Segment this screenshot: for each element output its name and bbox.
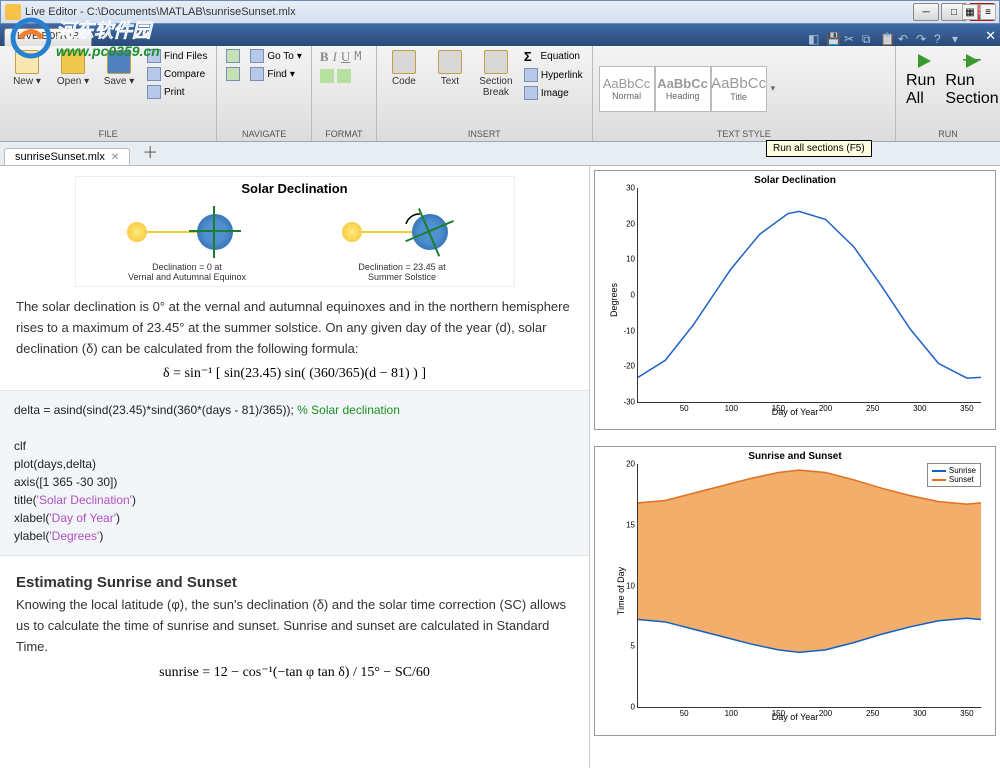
format-button[interactable] [354, 69, 368, 83]
insert-text-button[interactable]: Text [429, 48, 471, 89]
chart-sunrise-sunset: Sunrise and Sunset Time of Day Sunrise S… [594, 446, 996, 736]
bold-button[interactable]: B [320, 49, 329, 65]
ribbon-group-insert: Code Text Section Break Σ Equation Hyper… [377, 46, 593, 141]
open-button[interactable]: Open ▾ [52, 48, 94, 89]
insert-hyperlink-button[interactable]: Hyperlink [521, 67, 586, 83]
ribbon-group-text-style: AaBbCcNormal AaBbCcHeading AaBbCcTitle ▾… [593, 46, 896, 141]
quick-access-toolbar: ◧ 💾 ✂ ⧉ 📋 ↶ ↷ ? ▾ [808, 32, 996, 46]
new-button[interactable]: New ▾ [6, 48, 48, 89]
qat-copy-icon[interactable]: ⧉ [862, 32, 876, 46]
minimize-button[interactable]: ─ [913, 3, 939, 21]
section-break-button[interactable]: Section Break [475, 48, 517, 100]
editor-content: Solar Declination Declination = 0 at Ver… [0, 166, 1000, 768]
run-all-tooltip: Run all sections (F5) [766, 140, 872, 157]
uncomment-button[interactable] [337, 69, 351, 83]
compare-button[interactable]: Compare [144, 66, 210, 82]
document-tab[interactable]: sunriseSunset.mlx ✕ [4, 148, 130, 165]
ribbon-group-file: New ▾ Open ▾ Save ▾ Find Files Compare P… [0, 46, 217, 141]
underline-button[interactable]: U [341, 49, 350, 65]
equinox-diagram [127, 202, 247, 262]
qat-cut-icon[interactable]: ✂ [844, 32, 858, 46]
qat-redo-icon[interactable]: ↷ [916, 32, 930, 46]
ribbon-group-run: Run All Run Section RUN [896, 46, 1000, 141]
insert-code-button[interactable]: Code [383, 48, 425, 89]
nav-down-button[interactable] [223, 66, 243, 82]
figure-title: Solar Declination [80, 181, 510, 196]
document-tab-label: sunriseSunset.mlx [15, 151, 105, 163]
output-pane: ▦≡ Solar Declination Degrees -30-20-1001… [590, 166, 1000, 768]
code-block[interactable]: delta = asind(sind(23.45)*sind(360*(days… [0, 390, 589, 556]
style-normal-button[interactable]: AaBbCcNormal [599, 66, 655, 112]
insert-image-button[interactable]: Image [521, 85, 586, 101]
nav-up-button[interactable] [223, 48, 243, 64]
equation[interactable]: sunrise = 12 − cos⁻¹(−tan φ tan δ) / 15°… [0, 664, 589, 681]
comment-button[interactable] [320, 69, 334, 83]
print-button[interactable]: Print [144, 84, 210, 100]
chart-solar-declination: Solar Declination Degrees -30-20-1001020… [594, 170, 996, 430]
tabstrip-close-icon[interactable]: ✕ [985, 28, 996, 44]
equation[interactable]: δ = sin⁻¹ [ sin(23.45) sin( (360/365)(d … [0, 365, 589, 382]
solar-declination-figure: Solar Declination Declination = 0 at Ver… [75, 176, 515, 287]
qat-button[interactable]: ▾ [952, 32, 966, 46]
ribbon-tabstrip: LIVE EDITOR ◧ 💾 ✂ ⧉ 📋 ↶ ↷ ? ▾ ✕ [0, 24, 1000, 46]
list-button[interactable] [320, 87, 334, 101]
qat-paste-icon[interactable]: 📋 [880, 32, 894, 46]
paragraph[interactable]: The solar declination is 0° at the verna… [0, 297, 589, 359]
close-tab-icon[interactable]: ✕ [111, 152, 119, 163]
find-files-button[interactable]: Find Files [144, 48, 210, 64]
ribbon-group-format: B I U M FORMAT [312, 46, 377, 141]
qat-button[interactable]: ? [934, 32, 948, 46]
run-all-button[interactable]: Run All [902, 48, 946, 112]
run-section-button[interactable]: Run Section [950, 48, 994, 112]
qat-save-icon[interactable]: 💾 [826, 32, 840, 46]
window-titlebar: Live Editor - C:\Documents\MATLAB\sunris… [0, 0, 1000, 24]
app-icon [5, 4, 21, 20]
qat-button[interactable]: ◧ [808, 32, 822, 46]
italic-button[interactable]: I [333, 49, 337, 65]
indent-button[interactable] [354, 87, 368, 101]
style-heading-button[interactable]: AaBbCcHeading [655, 66, 711, 112]
insert-equation-button[interactable]: Σ Equation [521, 48, 586, 65]
section-heading[interactable]: Estimating Sunrise and Sunset [0, 564, 589, 595]
save-button[interactable]: Save ▾ [98, 48, 140, 89]
window-title: Live Editor - C:\Documents\MATLAB\sunris… [25, 6, 911, 18]
paragraph[interactable]: Knowing the local latitude (φ), the sun'… [0, 595, 589, 657]
find-button[interactable]: Find ▾ [247, 66, 305, 82]
ribbon-tab-live-editor[interactable]: LIVE EDITOR [4, 28, 92, 46]
numlist-button[interactable] [337, 87, 351, 101]
document-pane: Solar Declination Declination = 0 at Ver… [0, 166, 590, 768]
style-title-button[interactable]: AaBbCcTitle [711, 66, 767, 112]
goto-button[interactable]: Go To ▾ [247, 48, 305, 64]
solstice-diagram [342, 202, 462, 262]
mono-button[interactable]: M [354, 49, 361, 65]
qat-undo-icon[interactable]: ↶ [898, 32, 912, 46]
style-gallery-expand[interactable]: ▾ [767, 83, 781, 94]
ribbon: New ▾ Open ▾ Save ▾ Find Files Compare P… [0, 46, 1000, 142]
ribbon-group-navigate: Go To ▾ Find ▾ NAVIGATE [217, 46, 312, 141]
